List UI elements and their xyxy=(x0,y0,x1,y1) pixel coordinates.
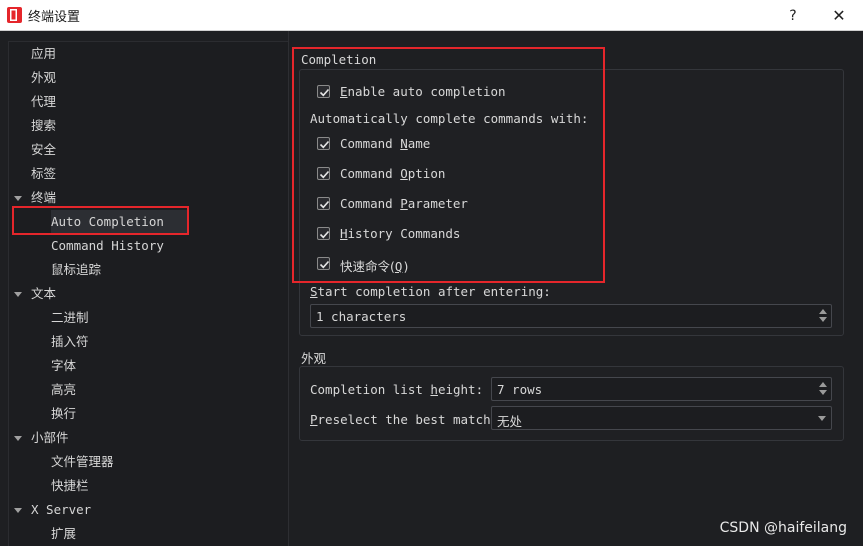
spin-up-icon[interactable] xyxy=(819,382,827,387)
preselect-combobox[interactable]: 无处 xyxy=(491,406,832,430)
check-icon xyxy=(319,88,330,97)
chevron-down-icon[interactable] xyxy=(818,416,826,421)
preselect-value: 无处 xyxy=(497,414,523,429)
check-icon xyxy=(319,230,330,239)
expand-arrow-icon[interactable] xyxy=(14,292,22,297)
checkbox-box[interactable] xyxy=(317,85,330,98)
settings-sidebar: 应用 外观 代理 搜索 安全 标签 终端 Auto Completion Com… xyxy=(0,31,288,546)
checkbox-box[interactable] xyxy=(317,257,330,270)
start-characters-value: 1 characters xyxy=(316,309,407,324)
history-commands-label: History Commands xyxy=(340,226,461,241)
watermark: CSDN @haifeilang xyxy=(719,520,847,536)
spin-down-icon[interactable] xyxy=(819,390,827,395)
completion-list-height-spinbox[interactable]: 7 rows xyxy=(491,377,832,401)
sidebar-item-auto-completion[interactable]: Auto Completion xyxy=(9,210,279,234)
checkbox-box[interactable] xyxy=(317,137,330,150)
start-characters-spinbox[interactable]: 1 characters xyxy=(310,304,832,328)
checkbox-box[interactable] xyxy=(317,167,330,180)
expand-arrow-icon[interactable] xyxy=(14,436,22,441)
terminal-settings-window: 终端设置 ? ✕ 应用 外观 代理 搜索 安全 标签 终端 Auto Compl… xyxy=(0,0,863,546)
spin-arrows[interactable] xyxy=(819,381,827,397)
checkbox-box[interactable] xyxy=(317,197,330,210)
help-button[interactable]: ? xyxy=(770,0,816,31)
auto-complete-with-label: Automatically complete commands with: xyxy=(310,111,589,126)
completion-list-height-value: 7 rows xyxy=(497,382,543,397)
check-icon xyxy=(319,200,330,209)
app-logo-icon xyxy=(7,7,22,23)
check-icon xyxy=(319,260,330,269)
expand-arrow-icon[interactable] xyxy=(14,508,22,513)
quick-commands-label: 快速命令(Q) xyxy=(340,259,410,274)
sidebar-item-text[interactable]: 文本 xyxy=(9,282,279,306)
appearance-group-title: 外观 xyxy=(301,351,327,366)
panel-divider xyxy=(288,31,289,546)
close-button[interactable]: ✕ xyxy=(816,0,862,31)
checkbox-box[interactable] xyxy=(317,227,330,240)
completion-list-height-label: Completion list height: xyxy=(310,382,484,397)
sidebar-item-terminal[interactable]: 终端 xyxy=(9,186,279,210)
start-completion-label: Start completion after entering: xyxy=(310,284,551,299)
command-parameter-label: Command Parameter xyxy=(340,196,468,211)
spin-down-icon[interactable] xyxy=(819,317,827,322)
check-icon xyxy=(319,170,330,179)
spin-arrows[interactable] xyxy=(819,308,827,324)
command-option-label: Command Option xyxy=(340,166,446,181)
preselect-label: Preselect the best match: xyxy=(310,412,499,427)
settings-tree: 应用 外观 代理 搜索 安全 标签 终端 Auto Completion Com… xyxy=(8,41,288,546)
sidebar-item-x-server[interactable]: X Server xyxy=(9,498,279,522)
command-name-label: Command Name xyxy=(340,136,431,151)
sidebar-item-widgets[interactable]: 小部件 xyxy=(9,426,279,450)
window-title: 终端设置 xyxy=(28,10,81,25)
expand-arrow-icon[interactable] xyxy=(14,196,22,201)
completion-group-title: Completion xyxy=(301,52,377,67)
check-icon xyxy=(319,140,330,149)
title-bar: 终端设置 ? ✕ xyxy=(0,0,863,31)
spin-up-icon[interactable] xyxy=(819,309,827,314)
enable-auto-completion-label: Enable auto completion xyxy=(340,84,506,99)
